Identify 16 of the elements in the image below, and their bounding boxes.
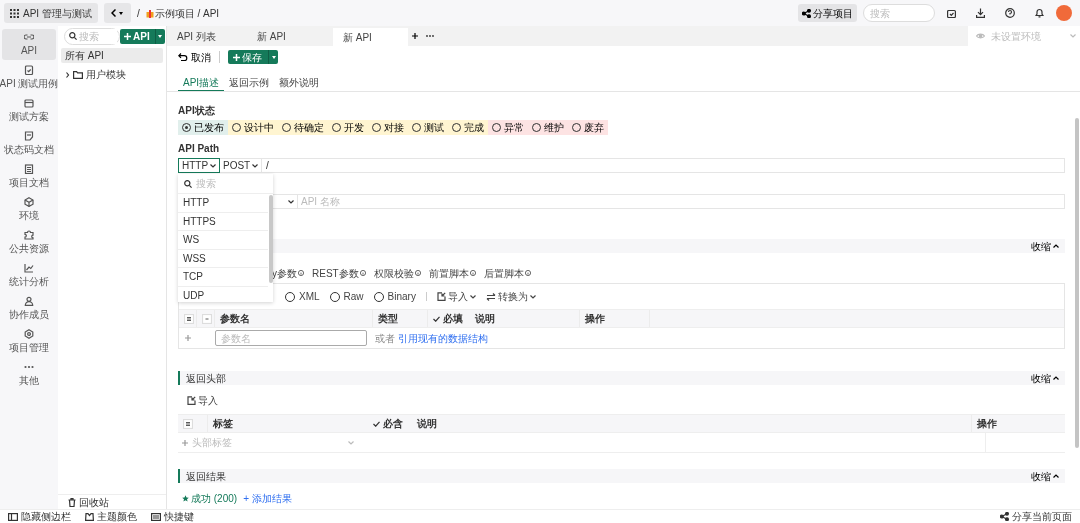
column-header: 类型 [378, 312, 398, 326]
column-header: 必含 [383, 417, 403, 431]
column-header: 必填 [443, 312, 463, 326]
field-label: API状态 [178, 105, 216, 117]
column-header: 操作 [585, 312, 605, 326]
column-header: 说明 [475, 312, 495, 326]
column-header: 标签 [213, 417, 233, 431]
breadcrumb: 示例项目 / API [154, 6, 220, 21]
column-header: 说明 [417, 417, 437, 431]
column-header: 操作 [977, 417, 997, 431]
column-header: 参数名 [220, 312, 250, 326]
hint-text: 或者 [375, 331, 395, 346]
section-title: 返回结果 [186, 469, 226, 484]
section-title: 返回头部 [186, 371, 226, 386]
breadcrumb-separator: / [136, 6, 140, 21]
field-label: API Path [178, 143, 221, 155]
